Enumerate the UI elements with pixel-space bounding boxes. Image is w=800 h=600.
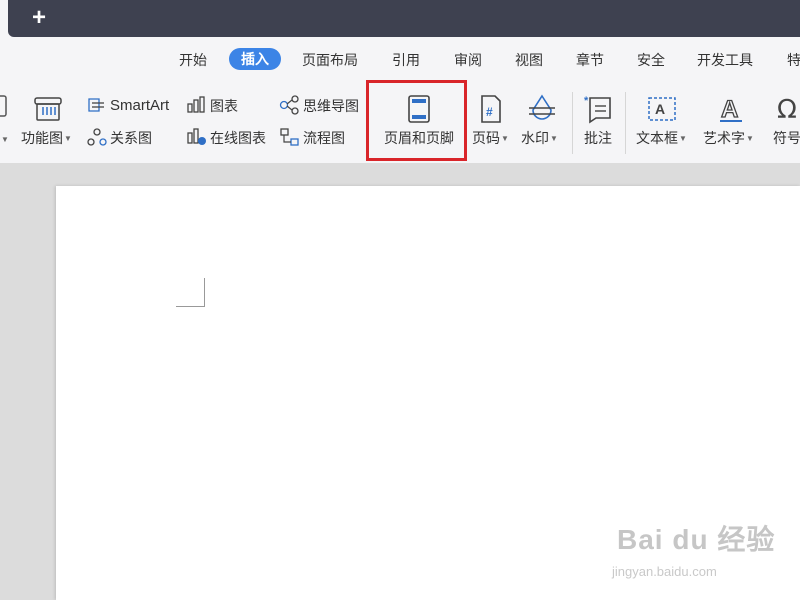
watermark-button[interactable]: 水印▼ <box>521 129 558 148</box>
online-chart-button[interactable]: 在线图表 <box>210 129 266 147</box>
watermark-label: 水印 <box>521 130 549 146</box>
svg-text:A: A <box>721 96 738 123</box>
tab-references[interactable]: 引用 <box>392 49 420 71</box>
brand-watermark-url: jingyan.baidu.com <box>612 564 717 579</box>
chart-button[interactable]: 图表 <box>210 97 238 115</box>
toolbar-divider <box>572 92 573 154</box>
svg-text:Ω: Ω <box>777 95 797 124</box>
function-chart-button[interactable]: 功能图▼ <box>21 129 72 148</box>
relation-chart-button[interactable]: 关系图 <box>110 129 152 147</box>
textbox-button[interactable]: 文本框▼ <box>636 129 687 148</box>
svg-text:#: # <box>486 105 493 119</box>
flowchart-button[interactable]: 流程图 <box>303 129 345 147</box>
tab-page-layout[interactable]: 页面布局 <box>302 49 358 71</box>
smartart-icon <box>88 98 104 112</box>
comment-button[interactable]: 批注 <box>584 129 612 147</box>
tab-strip: + <box>8 0 800 37</box>
mindmap-button[interactable]: 思维导图 <box>303 97 359 115</box>
online-chart-icon <box>187 128 206 145</box>
page-number-label: 页码 <box>472 130 500 146</box>
caret-icon: ▼ <box>1 135 9 145</box>
tab-special[interactable]: 特 <box>787 49 800 71</box>
smartart-button[interactable]: SmartArt <box>110 97 169 115</box>
toolbar-divider <box>625 92 626 154</box>
partial-icon <box>0 95 7 117</box>
chart-icon <box>187 96 205 113</box>
wordart-icon: A <box>720 95 742 124</box>
tab-developer[interactable]: 开发工具 <box>697 49 753 71</box>
textbox-icon: A <box>648 97 676 121</box>
symbol-button[interactable]: 符号 <box>773 129 800 147</box>
highlight-box <box>366 80 467 161</box>
tab-review[interactable]: 审阅 <box>454 49 482 71</box>
symbol-icon: Ω <box>777 95 797 124</box>
flowchart-icon <box>280 128 299 146</box>
wordart-button[interactable]: 艺术字▼ <box>703 129 754 148</box>
svg-text:A: A <box>655 101 665 117</box>
svg-text:*: * <box>584 95 589 107</box>
tab-security[interactable]: 安全 <box>637 49 665 71</box>
function-chart-icon <box>34 97 62 121</box>
new-tab-button[interactable]: + <box>32 4 46 32</box>
brand-watermark: Bai du 经验 <box>617 524 776 555</box>
tab-section[interactable]: 章节 <box>576 49 604 71</box>
margin-corner-marker <box>176 278 205 307</box>
tab-home[interactable]: 开始 <box>179 49 207 71</box>
watermark-icon <box>529 94 555 120</box>
relation-chart-icon <box>87 128 107 146</box>
page-number-icon: # <box>481 95 501 123</box>
tab-view[interactable]: 视图 <box>515 49 543 71</box>
tab-insert[interactable]: 插入 <box>229 48 281 70</box>
textbox-label: 文本框 <box>636 130 678 146</box>
mindmap-icon <box>279 95 299 115</box>
function-chart-label: 功能图 <box>21 130 63 146</box>
page-number-button[interactable]: 页码▼ <box>472 129 509 148</box>
comment-icon: * <box>584 95 611 124</box>
wordart-label: 艺术字 <box>703 130 745 146</box>
